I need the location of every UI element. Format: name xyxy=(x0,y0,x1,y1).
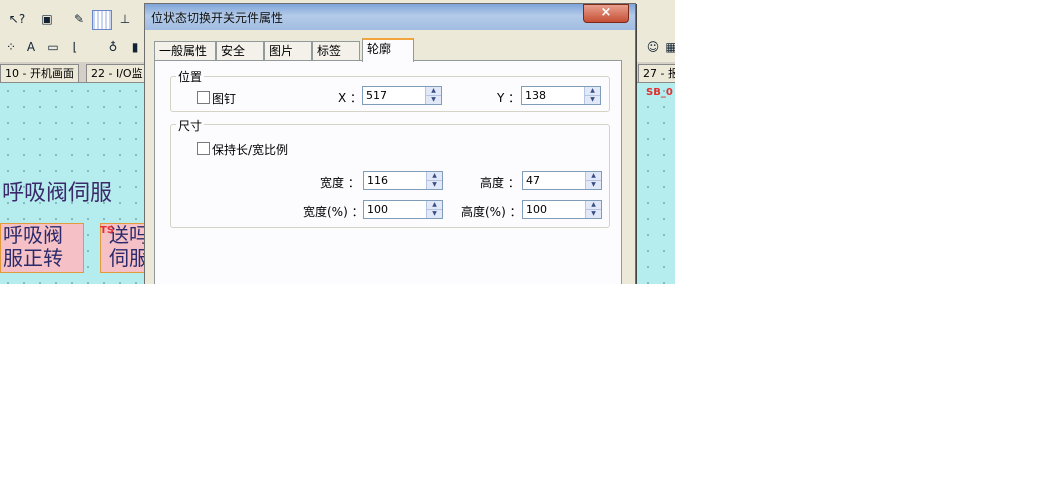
width-percent-up-icon[interactable]: ▲ xyxy=(426,201,442,210)
pin-label: 图钉 xyxy=(212,92,237,106)
help-cursor-icon[interactable]: ↖? xyxy=(8,10,26,28)
lamp-tool-icon[interactable]: ♁ xyxy=(104,38,122,56)
dots-tool-icon[interactable]: ⁘ xyxy=(2,38,20,56)
properties-dialog: 位状态切换开关元件属性 × 一般属性 安全 图片 标签 轮廓 位置 图钉 X ：… xyxy=(144,3,636,284)
height-percent-spinbox[interactable]: 100 ▲ ▼ xyxy=(522,200,602,219)
tab-picture[interactable]: 图片 xyxy=(264,41,312,60)
hmi-editor-window: ↖? ▣ ✎ ⊥ ⁘ A ▭ ⌊ ♁ ▮ ☺ ▦ 10 - 开机画面 22 - … xyxy=(0,0,675,284)
height-percent-value: 100 xyxy=(526,203,547,216)
pen-tool-icon[interactable]: ✎ xyxy=(70,10,88,28)
tab-general[interactable]: 一般属性 xyxy=(154,41,216,60)
x-spin-down-icon[interactable]: ▼ xyxy=(425,96,441,104)
height-percent-label: 高度(%) ： xyxy=(461,205,522,219)
x-spin-up-icon[interactable]: ▲ xyxy=(425,87,441,96)
tab-outline[interactable]: 轮廓 xyxy=(362,38,414,62)
y-spin-up-icon[interactable]: ▲ xyxy=(584,87,600,96)
tab-label[interactable]: 标签 xyxy=(312,41,360,60)
calculator-tool-icon[interactable]: ▦ xyxy=(662,38,675,56)
grid-toggle-icon[interactable] xyxy=(92,10,112,30)
width-spin-up-icon[interactable]: ▲ xyxy=(426,172,442,181)
width-value: 116 xyxy=(367,174,388,187)
sb-tag-label: SB_0 xyxy=(646,87,673,98)
y-label: Y ： xyxy=(497,91,521,105)
height-percent-down-icon[interactable]: ▼ xyxy=(585,210,601,218)
canvas-button-1-line1: 呼吸阀 xyxy=(3,223,63,247)
x-value: 517 xyxy=(366,89,387,102)
width-label: 宽度 ： xyxy=(320,176,360,190)
y-value: 138 xyxy=(525,89,546,102)
keep-ratio-checkbox[interactable] xyxy=(197,142,210,155)
height-spin-up-icon[interactable]: ▲ xyxy=(585,172,601,181)
dialog-title: 位状态切换开关元件属性 xyxy=(151,11,284,25)
y-spinbox[interactable]: 138 ▲ ▼ xyxy=(521,86,601,105)
switch-tool-icon[interactable]: ▮ xyxy=(126,38,144,56)
height-spin-down-icon[interactable]: ▼ xyxy=(585,181,601,189)
width-percent-value: 100 xyxy=(367,203,388,216)
height-value: 47 xyxy=(526,174,540,187)
screen-tab-22[interactable]: 22 - I/O监 xyxy=(86,64,148,82)
height-label: 高度 ： xyxy=(480,176,520,190)
picture-tool-icon[interactable]: ▭ xyxy=(44,38,62,56)
width-percent-label: 宽度(%) ： xyxy=(303,205,364,219)
y-spin-down-icon[interactable]: ▼ xyxy=(584,96,600,104)
line-tool-icon[interactable]: ⌊ xyxy=(66,38,84,56)
width-spinbox[interactable]: 116 ▲ ▼ xyxy=(363,171,443,190)
text-tool-icon[interactable]: A xyxy=(22,38,40,56)
canvas-button-2-line2: 伺服 xyxy=(109,246,148,270)
object-tool-icon[interactable]: ▣ xyxy=(38,10,56,28)
keep-ratio-label: 保持长/宽比例 xyxy=(212,143,289,157)
x-spinbox[interactable]: 517 ▲ ▼ xyxy=(362,86,442,105)
width-percent-spinbox[interactable]: 100 ▲ ▼ xyxy=(363,200,443,219)
user-tool-icon[interactable]: ☺ xyxy=(644,38,662,56)
width-spin-down-icon[interactable]: ▼ xyxy=(426,181,442,189)
canvas-title-text[interactable]: 呼吸阀伺服 xyxy=(2,175,112,207)
height-spinbox[interactable]: 47 ▲ ▼ xyxy=(522,171,602,190)
x-label: X ： xyxy=(338,91,363,105)
height-percent-up-icon[interactable]: ▲ xyxy=(585,201,601,210)
screen-tab-27[interactable]: 27 - 报 xyxy=(638,64,675,82)
dialog-titlebar[interactable]: 位状态切换开关元件属性 × xyxy=(145,4,635,30)
close-icon: × xyxy=(600,5,612,20)
canvas-button-1[interactable]: 呼吸阀 服正转 xyxy=(0,223,84,273)
canvas-button-1-line2: 服正转 xyxy=(3,246,63,270)
ts-tag-label: TS xyxy=(100,225,115,236)
tab-security[interactable]: 安全 xyxy=(216,41,264,60)
close-button[interactable]: × xyxy=(583,4,629,23)
width-percent-down-icon[interactable]: ▼ xyxy=(426,210,442,218)
pin-checkbox[interactable] xyxy=(197,91,210,104)
size-group-label: 尺寸 xyxy=(176,117,205,134)
screen-tab-10[interactable]: 10 - 开机画面 xyxy=(0,64,79,82)
position-group-label: 位置 xyxy=(176,68,205,85)
align-tool-icon[interactable]: ⊥ xyxy=(116,10,134,28)
outline-tab-page: 位置 图钉 X ： 517 ▲ ▼ Y ： 138 ▲ ▼ 尺寸 保持长/宽比例… xyxy=(154,60,622,284)
